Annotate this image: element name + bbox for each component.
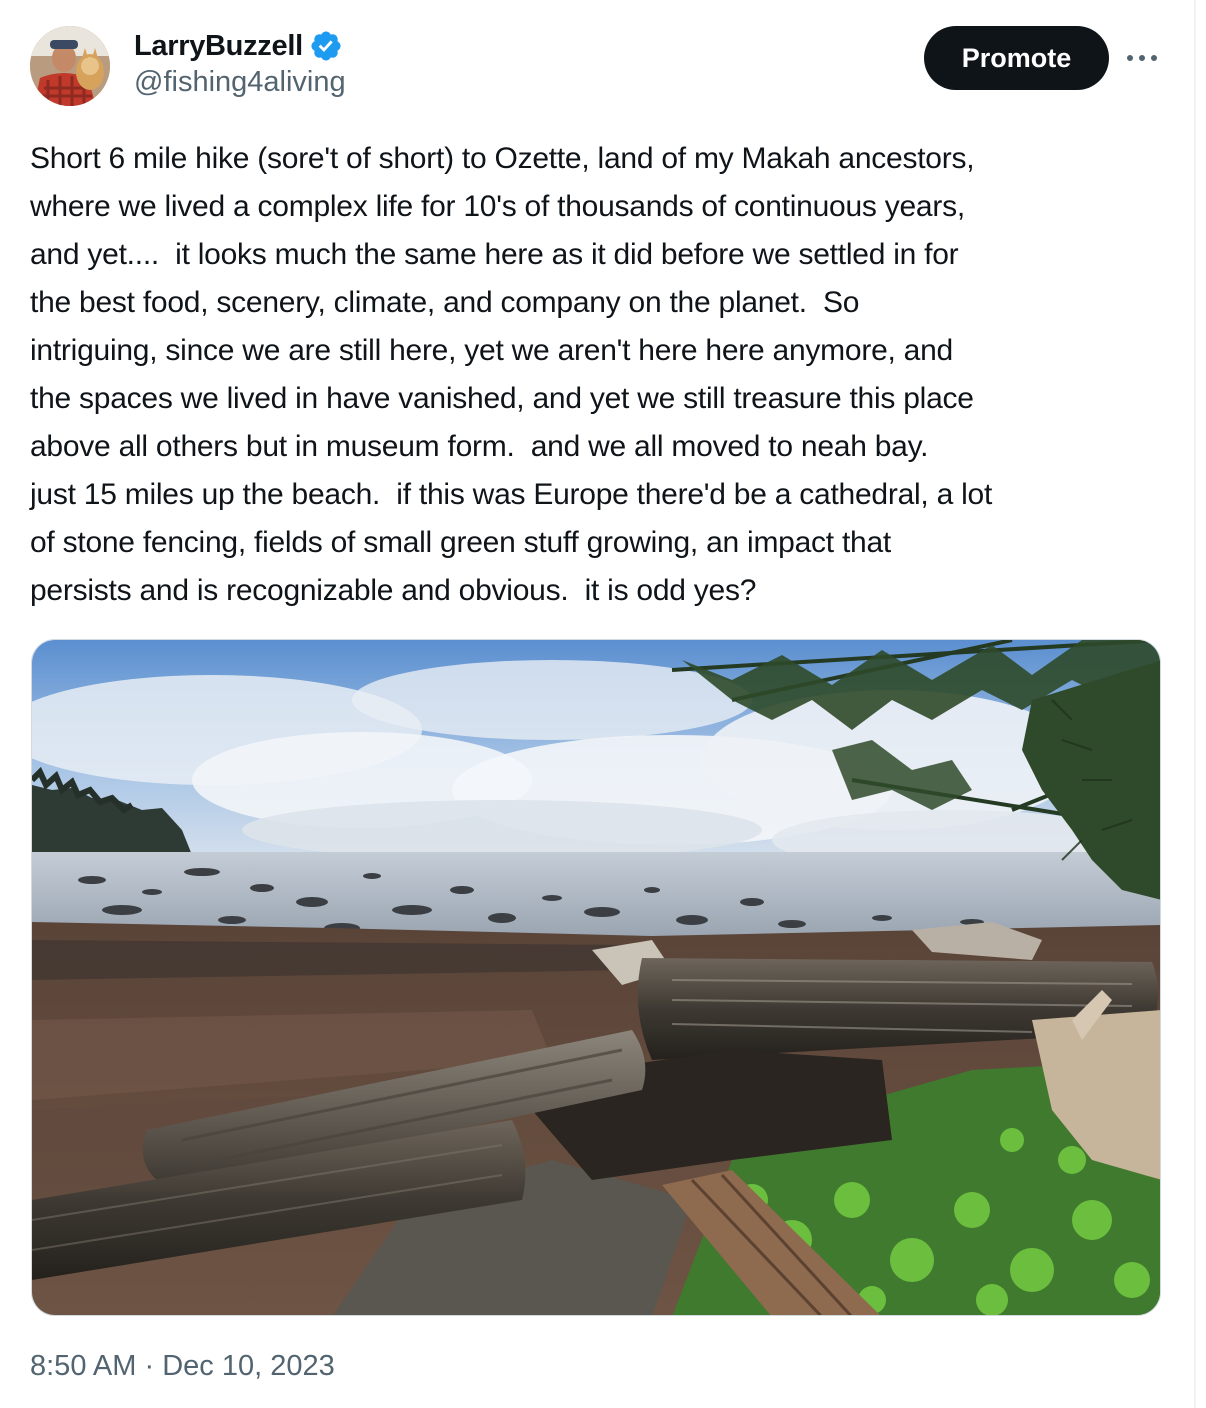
beach-photo-image: [32, 640, 1160, 1315]
tweet-date[interactable]: Dec 10, 2023: [162, 1350, 335, 1382]
more-horizontal-icon: [1127, 55, 1157, 61]
tweet-timestamp[interactable]: 8:50 AM · Dec 10, 2023: [30, 1350, 335, 1383]
tweet-photo[interactable]: [31, 639, 1161, 1316]
column-divider: [1194, 0, 1196, 1408]
author-handle[interactable]: @fishing4aliving: [134, 66, 346, 99]
tweet-time[interactable]: 8:50 AM: [30, 1350, 136, 1382]
author-name-row: LarryBuzzell: [134, 28, 343, 64]
tweet-page: LarryBuzzell @fishing4aliving Promote Sh…: [0, 0, 1206, 1408]
avatar[interactable]: [30, 26, 110, 106]
timestamp-separator: ·: [144, 1350, 155, 1382]
avatar-image: [30, 26, 110, 106]
verified-badge-icon[interactable]: [309, 29, 343, 63]
tweet-text: Short 6 mile hike (sore't of short) to O…: [30, 142, 993, 607]
author-display-name[interactable]: LarryBuzzell: [134, 30, 303, 63]
promote-button[interactable]: Promote: [924, 26, 1109, 90]
more-options-button[interactable]: [1122, 40, 1162, 76]
